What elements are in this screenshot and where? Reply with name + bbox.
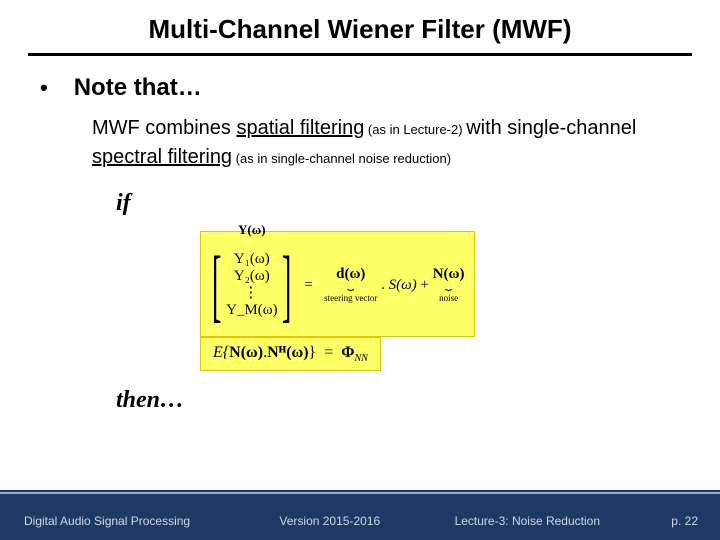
eq-d-label: steering vector <box>324 294 377 303</box>
footer-page: p. 22 <box>671 514 698 528</box>
footer-lecture: Lecture-3: Noise Reduction <box>455 514 600 528</box>
para-text2: with single-channel <box>466 117 636 139</box>
title-divider <box>28 53 692 56</box>
eq-N1: N(ω) <box>229 344 263 361</box>
bullet-heading: Note that… <box>74 74 202 102</box>
footer-version: Version 2015-2016 <box>279 514 380 528</box>
eq-E-open: E{ <box>213 344 229 361</box>
eq-equals: = <box>304 276 312 292</box>
eq-phi-sub: NN <box>355 353 368 364</box>
bullet-item: • Note that… <box>40 74 680 102</box>
underbrace-icon2: ⏟ <box>433 280 465 292</box>
equation-noise-cov: E{N(ω).Nᴴ(ω)} = ΦNN <box>200 337 381 371</box>
eq-y2: Y₂(ω) <box>234 268 270 284</box>
para-underline-spatial: spatial filtering <box>236 117 364 139</box>
para-text: MWF combines <box>92 117 236 139</box>
para-small-lec2: (as in Lecture-2) <box>364 122 466 137</box>
eq-ym: Y_M(ω) <box>226 302 278 318</box>
eq-E-close: } <box>309 344 317 361</box>
eq-dots-icon: ⋮ <box>243 285 260 301</box>
eq-N2: Nᴴ(ω) <box>267 344 308 361</box>
eq-n-label: noise <box>433 294 465 303</box>
eq-y-head: Y(ω) <box>238 222 266 238</box>
keyword-then: then… <box>116 387 680 414</box>
bracket-left-icon: [ <box>212 238 222 332</box>
eq-phi: Φ <box>341 344 354 361</box>
eq-dot: . <box>381 276 385 292</box>
eq-equals2: = <box>324 344 333 361</box>
eq-y1: Y₁(ω) <box>234 251 270 267</box>
slide-title: Multi-Channel Wiener Filter (MWF) <box>0 0 720 53</box>
bracket-right-icon: ] <box>282 238 292 332</box>
bullet-dot-icon: • <box>40 75 48 101</box>
keyword-if: if <box>116 190 131 217</box>
body-paragraph: MWF combines spatial filtering (as in Le… <box>92 114 680 172</box>
para-small-noise: (as in single-channel noise reduction) <box>232 151 451 166</box>
eq-plus: + <box>420 276 428 292</box>
eq-s: S(ω) <box>389 276 417 292</box>
footer-left: Digital Audio Signal Processing <box>24 514 190 528</box>
para-underline-spectral: spectral filtering <box>92 146 232 168</box>
equation-model: Y(ω) [ Y₁(ω) Y₂(ω) ⋮ Y_M(ω) ] = d(ω) ⏟ s… <box>200 231 475 337</box>
slide-footer: Digital Audio Signal Processing Version … <box>0 492 720 540</box>
underbrace-icon: ⏟ <box>324 280 377 292</box>
